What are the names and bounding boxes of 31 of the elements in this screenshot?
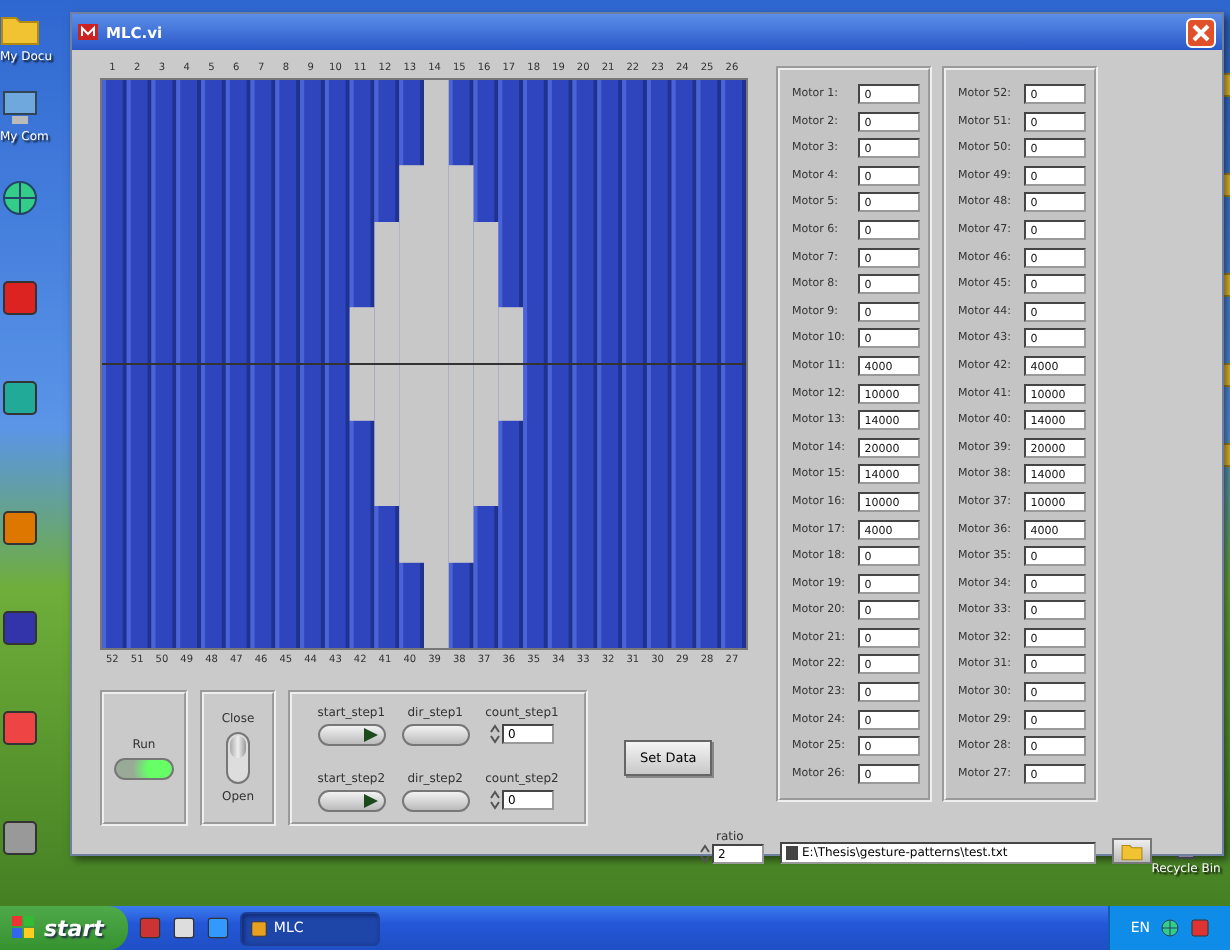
path-icon: [786, 846, 798, 860]
computer-icon: [0, 88, 40, 128]
spinner-arrows-icon[interactable]: [700, 844, 710, 864]
browse-button[interactable]: [1112, 838, 1152, 864]
app-icon: [0, 818, 40, 858]
network-icon[interactable]: [1160, 918, 1180, 938]
quick-launch-icon[interactable]: [171, 916, 196, 940]
spinner-arrows-icon[interactable]: [489, 724, 500, 744]
globe-icon: [0, 178, 40, 218]
windows-flag-icon: [12, 916, 36, 940]
app-icon: [0, 508, 40, 548]
vi-icon: [78, 24, 98, 40]
close-icon: [1192, 23, 1210, 41]
folder-icon: [1118, 840, 1146, 862]
step-button[interactable]: [317, 789, 386, 811]
app-icon: [0, 278, 40, 318]
toggle-switch[interactable]: [226, 732, 250, 784]
step-button[interactable]: [401, 723, 470, 745]
app-icon: [0, 378, 40, 418]
app-icon: [0, 608, 40, 648]
app-icon: [0, 708, 40, 748]
quick-launch-icon[interactable]: [205, 916, 230, 940]
play-indicator-icon: [363, 793, 378, 807]
play-indicator-icon: [363, 727, 378, 741]
spinner-arrows-icon[interactable]: [489, 790, 500, 810]
tray-app-icon[interactable]: [1190, 918, 1210, 938]
run-toggle[interactable]: [114, 757, 174, 779]
app-icon: [249, 919, 268, 937]
close-button[interactable]: [1186, 17, 1216, 47]
step-button[interactable]: [317, 723, 386, 745]
step-button[interactable]: [401, 789, 470, 811]
